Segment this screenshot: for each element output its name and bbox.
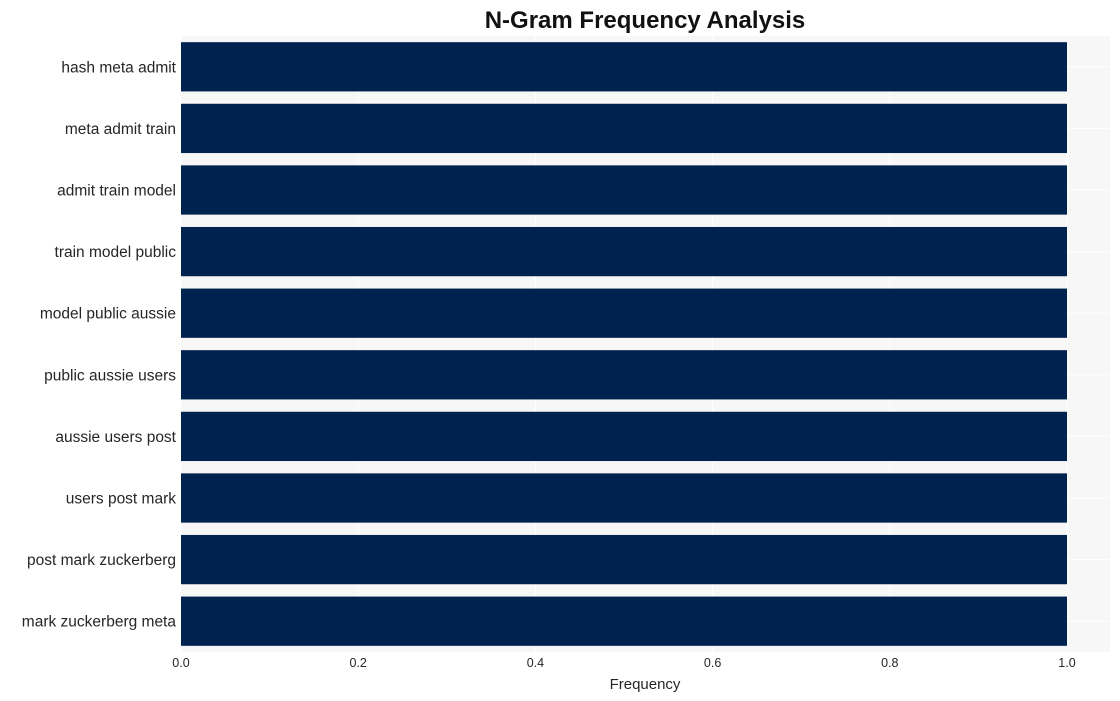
y-tick-label: train model public: [55, 244, 177, 261]
bar-users-post-mark: [181, 473, 1067, 523]
y-tick-label: admit train model: [57, 183, 176, 200]
bar-meta-admit-train: [181, 103, 1067, 154]
x-tick-label: 0.2: [350, 656, 367, 670]
x-tick-label: 0.4: [527, 656, 544, 670]
y-tick-label: model public aussie: [40, 306, 176, 323]
x-tick-label: 0.6: [704, 656, 721, 670]
x-tick-label: 0.0: [172, 656, 189, 670]
x-tick-labels: 0.0 0.2 0.4 0.6 0.8 1.0: [172, 656, 1075, 670]
y-tick-label: mark zuckerberg meta: [22, 614, 177, 631]
bar-aussie-users-post: [181, 411, 1067, 462]
y-tick-label: public aussie users: [44, 367, 176, 384]
bar-mark-zuckerberg-meta: [181, 596, 1067, 646]
y-tick-label: meta admit train: [65, 121, 176, 138]
ngram-bar-chart: hash meta admit meta admit train admit tra…: [22, 7, 1110, 693]
bar-hash-meta-admit: [181, 42, 1067, 92]
bar-model-public-aussie: [181, 288, 1067, 338]
bar-public-aussie-users: [181, 350, 1067, 400]
x-axis-label: Frequency: [610, 676, 681, 693]
bar-admit-train-model: [181, 165, 1067, 215]
x-tick-label: 0.8: [881, 656, 898, 670]
x-tick-label: 1.0: [1058, 656, 1075, 670]
bar-post-mark-zuckerberg: [181, 534, 1067, 585]
bar-train-model-public: [181, 226, 1067, 277]
y-tick-labels: hash meta admit meta admit train admit tra…: [22, 59, 177, 630]
y-tick-label: users post mark: [66, 491, 177, 508]
chart-title: N-Gram Frequency Analysis: [485, 7, 806, 34]
y-tick-label: aussie users post: [55, 429, 176, 446]
y-tick-label: post mark zuckerberg: [27, 552, 176, 569]
y-tick-label: hash meta admit: [61, 59, 176, 76]
